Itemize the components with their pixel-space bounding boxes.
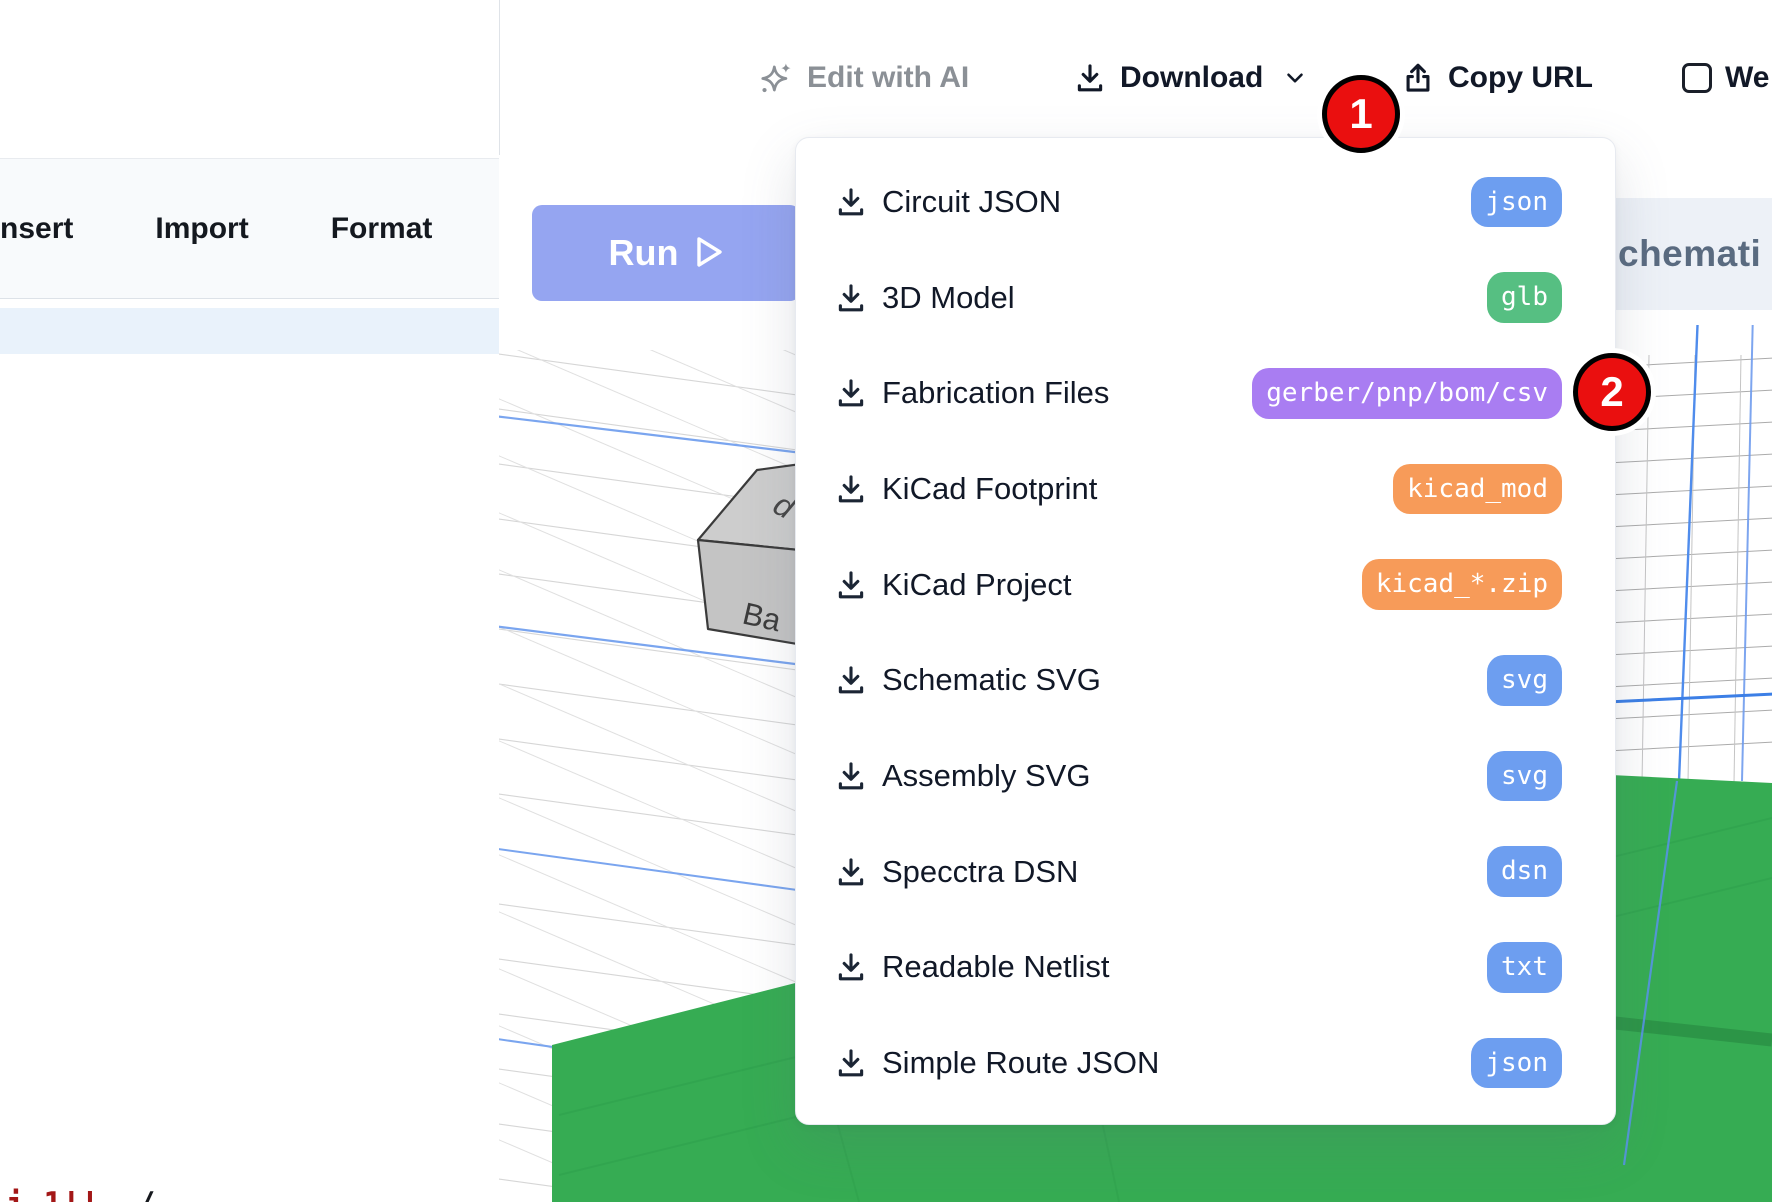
tab-schematic[interactable]: chemati [1618, 233, 1761, 275]
download-dropdown-menu: Circuit JSONjson3D ModelglbFabrication F… [795, 137, 1616, 1125]
run-button-label: Run [609, 232, 679, 274]
download-menu-item[interactable]: Simple Route JSONjson [796, 1015, 1615, 1111]
webview-toggle[interactable]: We [1682, 52, 1769, 104]
webview-checkbox[interactable] [1682, 63, 1712, 93]
download-icon [834, 376, 868, 410]
menu-item-label: Fabrication Files [882, 375, 1252, 411]
code-fragment-slash [99, 1186, 136, 1202]
download-icon [834, 1046, 868, 1080]
share-icon [1401, 61, 1435, 95]
editor-highlighted-line[interactable] [0, 308, 499, 354]
format-badge: dsn [1487, 846, 1562, 897]
chevron-down-icon [1282, 65, 1308, 91]
code-fragment-black: / [137, 1186, 156, 1202]
download-menu-item[interactable]: Fabrication Filesgerber/pnp/bom/csv [796, 345, 1615, 441]
download-menu-item[interactable]: Specctra DSNdsn [796, 824, 1615, 920]
menu-item-label: Specctra DSN [882, 854, 1487, 890]
menubar-item[interactable]: Import [155, 212, 248, 246]
format-badge: svg [1487, 751, 1562, 802]
format-badge: kicad_*.zip [1362, 559, 1562, 610]
download-icon [834, 472, 868, 506]
download-icon [834, 855, 868, 889]
format-badge: svg [1487, 655, 1562, 706]
app-screen: nsert Import Format i 1!! / [0, 0, 1772, 1202]
download-icon [834, 185, 868, 219]
annotation-step-2-label: 2 [1600, 368, 1623, 416]
menu-item-label: Readable Netlist [882, 949, 1487, 985]
format-badge: json [1471, 177, 1562, 228]
download-menu-item[interactable]: Circuit JSONjson [796, 154, 1615, 250]
webview-label: We [1725, 61, 1769, 95]
copy-url-button[interactable]: Copy URL [1401, 52, 1593, 104]
download-menu-item[interactable]: Readable Netlisttxt [796, 920, 1615, 1016]
code-fragment: i 1!! / [6, 1186, 155, 1202]
menu-item-label: KiCad Project [882, 567, 1362, 603]
download-menu-item[interactable]: Schematic SVGsvg [796, 632, 1615, 728]
menu-item-label: Circuit JSON [882, 184, 1471, 220]
copy-url-label: Copy URL [1448, 61, 1593, 95]
download-icon [834, 568, 868, 602]
menu-item-label: KiCad Footprint [882, 471, 1393, 507]
download-icon [834, 759, 868, 793]
edit-with-ai-button[interactable]: Edit with AI [757, 52, 969, 104]
download-icon [834, 281, 868, 315]
download-menu-item[interactable]: Assembly SVGsvg [796, 728, 1615, 824]
editor-menubar: nsert Import Format [0, 158, 499, 299]
run-button[interactable]: Run [532, 205, 800, 301]
edit-with-ai-label: Edit with AI [807, 61, 969, 95]
download-menu-item[interactable]: 3D Modelglb [796, 250, 1615, 346]
menu-item-label: Simple Route JSON [882, 1045, 1471, 1081]
download-icon [1073, 61, 1107, 95]
download-icon [834, 950, 868, 984]
annotation-step-1: 1 [1322, 75, 1400, 153]
code-editor-panel: nsert Import Format i 1!! / [0, 0, 500, 1202]
annotation-step-1-label: 1 [1349, 90, 1372, 138]
sparkle-icon [757, 60, 794, 97]
menubar-item[interactable]: nsert [0, 212, 73, 246]
format-badge: kicad_mod [1393, 464, 1562, 515]
download-label: Download [1120, 61, 1263, 95]
download-icon [834, 663, 868, 697]
format-badge: json [1471, 1038, 1562, 1089]
menubar-item[interactable]: Format [331, 212, 433, 246]
annotation-step-2: 2 [1573, 353, 1651, 431]
menu-item-label: Schematic SVG [882, 662, 1487, 698]
download-menu-item[interactable]: KiCad Footprintkicad_mod [796, 441, 1615, 537]
code-fragment-red: i 1!! [6, 1186, 99, 1202]
play-icon [696, 236, 723, 271]
menu-item-label: Assembly SVG [882, 758, 1487, 794]
download-button[interactable]: Download [1073, 52, 1308, 104]
format-badge: glb [1487, 272, 1562, 323]
download-menu-item[interactable]: KiCad Projectkicad_*.zip [796, 537, 1615, 633]
menu-item-label: 3D Model [882, 280, 1487, 316]
format-badge: gerber/pnp/bom/csv [1252, 368, 1562, 419]
download-menu-list: Circuit JSONjson3D ModelglbFabrication F… [796, 154, 1615, 1111]
format-badge: txt [1487, 942, 1562, 993]
